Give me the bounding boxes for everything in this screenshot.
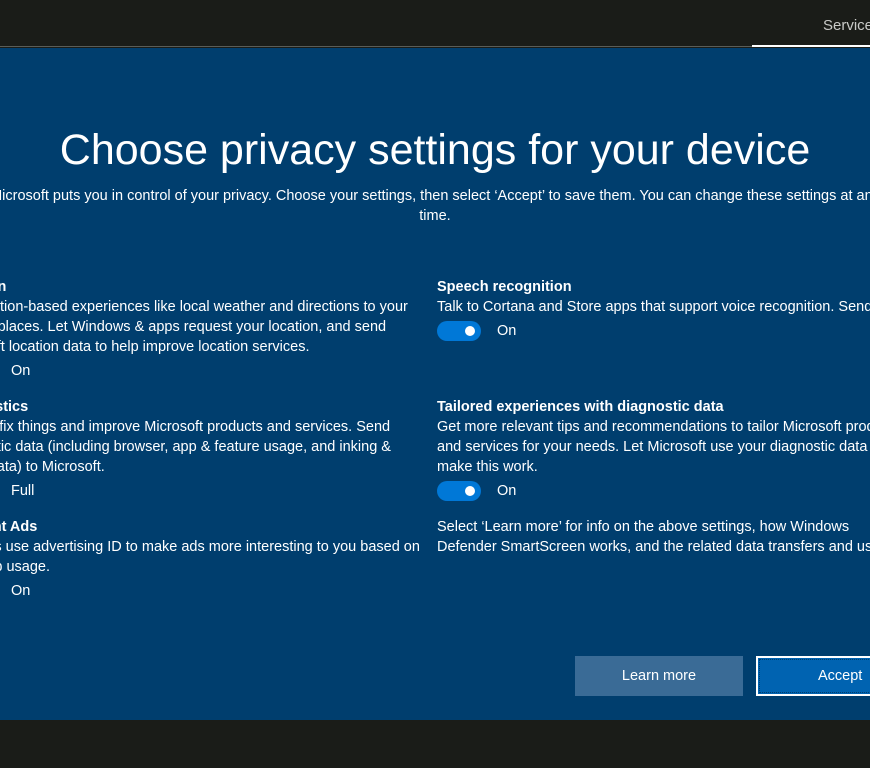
setting-tailored-desc: Get more relevant tips and recommendatio… xyxy=(437,419,870,475)
accept-button[interactable]: Accept xyxy=(756,656,870,696)
tab-services-label: Services xyxy=(823,17,870,34)
setting-relevant-ads-desc: Let apps use advertising ID to make ads … xyxy=(0,539,420,575)
privacy-panel: Choose privacy settings for your device … xyxy=(0,48,870,720)
setting-speech-title: Speech recognition xyxy=(437,279,572,295)
learn-more-info: Select ‘Learn more’ for info on the abov… xyxy=(437,517,870,557)
setting-relevant-ads-title: Relevant Ads xyxy=(0,519,38,535)
setting-speech-desc: Talk to Cortana and Store apps that supp… xyxy=(437,299,870,315)
setting-diagnostics-desc: Help us fix things and improve Microsoft… xyxy=(0,419,391,475)
toggle-knob xyxy=(465,486,475,496)
setting-location-title: Location xyxy=(0,279,7,295)
page-title: Choose privacy settings for your device xyxy=(59,126,811,174)
subtitle-line-2: time. xyxy=(419,208,451,224)
right-settings-column: Speech recognition Talk to Cortana and S… xyxy=(437,277,870,557)
speech-recognition-toggle-label: On xyxy=(497,323,517,339)
top-bar xyxy=(0,0,870,46)
tab-services[interactable]: Services xyxy=(752,0,870,47)
setting-location-desc: Get location-based experiences like loca… xyxy=(0,299,408,355)
toggle-knob xyxy=(465,326,475,336)
setting-location: Location Get location-based experiences … xyxy=(0,277,430,397)
learn-more-button[interactable]: Learn more xyxy=(575,656,743,696)
page-subtitle: Microsoft puts you in control of your pr… xyxy=(0,186,870,226)
setting-relevant-ads: Relevant Ads Let apps use advertising ID… xyxy=(0,517,430,605)
setting-location-toggle-row: On xyxy=(0,357,430,385)
tailored-experiences-toggle[interactable] xyxy=(437,481,481,501)
left-settings-column: Location Get location-based experiences … xyxy=(0,277,430,605)
setting-relevant-ads-toggle-value: On xyxy=(11,583,31,599)
setting-diagnostics-toggle-row: Full xyxy=(0,477,430,505)
setting-tailored-toggle-row: On xyxy=(437,477,870,505)
setting-tailored-experiences: Tailored experiences with diagnostic dat… xyxy=(437,397,870,517)
setting-speech-recognition: Speech recognition Talk to Cortana and S… xyxy=(437,277,870,397)
subtitle-line-1: Microsoft puts you in control of your pr… xyxy=(0,188,870,204)
accept-button-label: Accept xyxy=(818,668,863,684)
top-bar-divider xyxy=(0,46,752,47)
setting-relevant-ads-toggle-row: On xyxy=(0,577,430,605)
setting-location-toggle-value: On xyxy=(11,363,31,379)
setting-diagnostics: Diagnostics Help us fix things and impro… xyxy=(0,397,430,517)
info-line-1: Select ‘Learn more’ for info on the abov… xyxy=(437,519,850,535)
tailored-experiences-toggle-label: On xyxy=(497,483,517,499)
speech-recognition-toggle[interactable] xyxy=(437,321,481,341)
setting-diagnostics-toggle-value: Full xyxy=(11,483,35,499)
setting-speech-toggle-row: On xyxy=(437,317,870,345)
info-line-2: Defender SmartScreen works, and the rela… xyxy=(437,539,870,555)
setting-diagnostics-title: Diagnostics xyxy=(0,399,29,415)
setting-tailored-title: Tailored experiences with diagnostic dat… xyxy=(437,399,724,415)
